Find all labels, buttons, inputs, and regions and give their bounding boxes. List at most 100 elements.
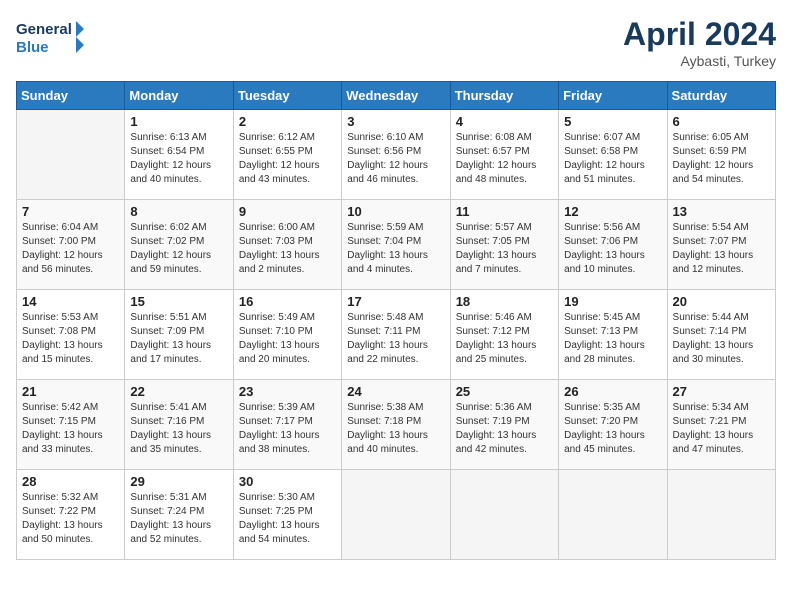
calendar-cell: 27 Sunrise: 5:34 AM Sunset: 7:21 PM Dayli… bbox=[667, 380, 775, 470]
day-number: 7 bbox=[22, 204, 119, 219]
calendar-cell: 12Sunrise: 5:56 AM Sunset: 7:06 PM Dayli… bbox=[559, 200, 667, 290]
calendar-cell: 21Sunrise: 5:42 AM Sunset: 7:15 PM Dayli… bbox=[17, 380, 125, 470]
calendar-cell: 5 Sunrise: 6:07 AM Sunset: 6:58 PM Daylig… bbox=[559, 110, 667, 200]
day-info: Sunrise: 5:45 AM Sunset: 7:13 PM Dayligh… bbox=[564, 311, 661, 367]
calendar-cell: 28Sunrise: 5:32 AM Sunset: 7:22 PM Dayli… bbox=[17, 470, 125, 560]
calendar-cell: 16Sunrise: 5:49 AM Sunset: 7:10 PM Dayli… bbox=[233, 290, 341, 380]
day-info: Sunrise: 6:13 AM Sunset: 6:54 PM Dayligh… bbox=[130, 131, 227, 187]
calendar-cell: 3Sunrise: 6:10 AM Sunset: 6:56 PM Daylig… bbox=[342, 110, 450, 200]
day-number: 23 bbox=[239, 384, 336, 399]
calendar-cell: 29 Sunrise: 5:31 AM Sunset: 7:24 PM Dayli… bbox=[125, 470, 233, 560]
day-info: Sunrise: 5:51 AM Sunset: 7:09 PM Dayligh… bbox=[130, 311, 227, 367]
day-info: Sunrise: 6:08 AM Sunset: 6:57 PM Dayligh… bbox=[456, 131, 553, 187]
calendar-cell: 2 Sunrise: 6:12 AM Sunset: 6:55 PM Daylig… bbox=[233, 110, 341, 200]
svg-text:Blue: Blue bbox=[16, 39, 49, 56]
logo: General Blue bbox=[16, 16, 86, 61]
day-number: 17 bbox=[347, 294, 444, 309]
day-number: 2 bbox=[239, 114, 336, 129]
day-number: 22 bbox=[130, 384, 227, 399]
day-number: 11 bbox=[456, 204, 553, 219]
svg-text:General: General bbox=[16, 21, 72, 38]
calendar-cell: 17 Sunrise: 5:48 AM Sunset: 7:11 PM Dayli… bbox=[342, 290, 450, 380]
calendar-cell: 22 Sunrise: 5:41 AM Sunset: 7:16 PM Dayli… bbox=[125, 380, 233, 470]
day-number: 4 bbox=[456, 114, 553, 129]
day-info: Sunrise: 5:38 AM Sunset: 7:18 PM Dayligh… bbox=[347, 401, 444, 457]
month-title: April 2024 bbox=[623, 16, 776, 53]
calendar-cell: 25Sunrise: 5:36 AM Sunset: 7:19 PM Dayli… bbox=[450, 380, 558, 470]
calendar-cell: 6Sunrise: 6:05 AM Sunset: 6:59 PM Daylig… bbox=[667, 110, 775, 200]
day-number: 27 bbox=[673, 384, 770, 399]
day-number: 9 bbox=[239, 204, 336, 219]
calendar-cell: 14Sunrise: 5:53 AM Sunset: 7:08 PM Dayli… bbox=[17, 290, 125, 380]
calendar-cell: 7 Sunrise: 6:04 AM Sunset: 7:00 PM Daylig… bbox=[17, 200, 125, 290]
day-info: Sunrise: 5:57 AM Sunset: 7:05 PM Dayligh… bbox=[456, 221, 553, 277]
column-header-wednesday: Wednesday bbox=[342, 82, 450, 110]
column-header-tuesday: Tuesday bbox=[233, 82, 341, 110]
calendar-cell: 4 Sunrise: 6:08 AM Sunset: 6:57 PM Daylig… bbox=[450, 110, 558, 200]
day-number: 21 bbox=[22, 384, 119, 399]
calendar-cell: 18 Sunrise: 5:46 AM Sunset: 7:12 PM Dayli… bbox=[450, 290, 558, 380]
calendar-cell: 1 Sunrise: 6:13 AM Sunset: 6:54 PM Daylig… bbox=[125, 110, 233, 200]
calendar-cell bbox=[667, 470, 775, 560]
calendar-cell: 9 Sunrise: 6:00 AM Sunset: 7:03 PM Daylig… bbox=[233, 200, 341, 290]
calendar-cell: 26 Sunrise: 5:35 AM Sunset: 7:20 PM Dayli… bbox=[559, 380, 667, 470]
day-number: 15 bbox=[130, 294, 227, 309]
title-block: April 2024 Aybasti, Turkey bbox=[623, 16, 776, 69]
day-info: Sunrise: 6:05 AM Sunset: 6:59 PM Dayligh… bbox=[673, 131, 770, 187]
calendar-cell: 8Sunrise: 6:02 AM Sunset: 7:02 PM Daylig… bbox=[125, 200, 233, 290]
calendar-table: SundayMondayTuesdayWednesdayThursdayFrid… bbox=[16, 81, 776, 560]
day-number: 1 bbox=[130, 114, 227, 129]
logo-svg: General Blue bbox=[16, 16, 86, 61]
day-number: 30 bbox=[239, 474, 336, 489]
day-number: 5 bbox=[564, 114, 661, 129]
day-number: 26 bbox=[564, 384, 661, 399]
day-info: Sunrise: 5:46 AM Sunset: 7:12 PM Dayligh… bbox=[456, 311, 553, 367]
day-info: Sunrise: 5:41 AM Sunset: 7:16 PM Dayligh… bbox=[130, 401, 227, 457]
calendar-cell: 11 Sunrise: 5:57 AM Sunset: 7:05 PM Dayli… bbox=[450, 200, 558, 290]
calendar-cell: 23Sunrise: 5:39 AM Sunset: 7:17 PM Dayli… bbox=[233, 380, 341, 470]
calendar-cell: 20 Sunrise: 5:44 AM Sunset: 7:14 PM Dayli… bbox=[667, 290, 775, 380]
day-info: Sunrise: 6:07 AM Sunset: 6:58 PM Dayligh… bbox=[564, 131, 661, 187]
day-info: Sunrise: 6:04 AM Sunset: 7:00 PM Dayligh… bbox=[22, 221, 119, 277]
day-info: Sunrise: 5:44 AM Sunset: 7:14 PM Dayligh… bbox=[673, 311, 770, 367]
day-number: 24 bbox=[347, 384, 444, 399]
week-row-1: 1 Sunrise: 6:13 AM Sunset: 6:54 PM Daylig… bbox=[17, 110, 776, 200]
location-subtitle: Aybasti, Turkey bbox=[623, 53, 776, 69]
day-info: Sunrise: 5:35 AM Sunset: 7:20 PM Dayligh… bbox=[564, 401, 661, 457]
calendar-cell bbox=[17, 110, 125, 200]
column-header-saturday: Saturday bbox=[667, 82, 775, 110]
calendar-cell: 10Sunrise: 5:59 AM Sunset: 7:04 PM Dayli… bbox=[342, 200, 450, 290]
column-header-monday: Monday bbox=[125, 82, 233, 110]
day-number: 18 bbox=[456, 294, 553, 309]
calendar-cell: 30Sunrise: 5:30 AM Sunset: 7:25 PM Dayli… bbox=[233, 470, 341, 560]
day-info: Sunrise: 5:36 AM Sunset: 7:19 PM Dayligh… bbox=[456, 401, 553, 457]
day-info: Sunrise: 5:54 AM Sunset: 7:07 PM Dayligh… bbox=[673, 221, 770, 277]
page-header: General Blue April 2024 Aybasti, Turkey bbox=[16, 16, 776, 69]
calendar-cell: 24 Sunrise: 5:38 AM Sunset: 7:18 PM Dayli… bbox=[342, 380, 450, 470]
calendar-cell bbox=[559, 470, 667, 560]
day-info: Sunrise: 5:34 AM Sunset: 7:21 PM Dayligh… bbox=[673, 401, 770, 457]
day-info: Sunrise: 5:53 AM Sunset: 7:08 PM Dayligh… bbox=[22, 311, 119, 367]
calendar-cell: 13Sunrise: 5:54 AM Sunset: 7:07 PM Dayli… bbox=[667, 200, 775, 290]
calendar-cell bbox=[342, 470, 450, 560]
day-info: Sunrise: 6:10 AM Sunset: 6:56 PM Dayligh… bbox=[347, 131, 444, 187]
calendar-header-row: SundayMondayTuesdayWednesdayThursdayFrid… bbox=[17, 82, 776, 110]
day-number: 28 bbox=[22, 474, 119, 489]
week-row-4: 21Sunrise: 5:42 AM Sunset: 7:15 PM Dayli… bbox=[17, 380, 776, 470]
calendar-cell: 15 Sunrise: 5:51 AM Sunset: 7:09 PM Dayli… bbox=[125, 290, 233, 380]
day-number: 8 bbox=[130, 204, 227, 219]
column-header-sunday: Sunday bbox=[17, 82, 125, 110]
day-info: Sunrise: 5:48 AM Sunset: 7:11 PM Dayligh… bbox=[347, 311, 444, 367]
week-row-5: 28Sunrise: 5:32 AM Sunset: 7:22 PM Dayli… bbox=[17, 470, 776, 560]
day-number: 20 bbox=[673, 294, 770, 309]
day-info: Sunrise: 5:31 AM Sunset: 7:24 PM Dayligh… bbox=[130, 491, 227, 547]
day-number: 29 bbox=[130, 474, 227, 489]
day-info: Sunrise: 6:12 AM Sunset: 6:55 PM Dayligh… bbox=[239, 131, 336, 187]
day-info: Sunrise: 6:00 AM Sunset: 7:03 PM Dayligh… bbox=[239, 221, 336, 277]
day-info: Sunrise: 5:49 AM Sunset: 7:10 PM Dayligh… bbox=[239, 311, 336, 367]
calendar-cell bbox=[450, 470, 558, 560]
week-row-2: 7 Sunrise: 6:04 AM Sunset: 7:00 PM Daylig… bbox=[17, 200, 776, 290]
day-info: Sunrise: 5:59 AM Sunset: 7:04 PM Dayligh… bbox=[347, 221, 444, 277]
day-number: 12 bbox=[564, 204, 661, 219]
week-row-3: 14Sunrise: 5:53 AM Sunset: 7:08 PM Dayli… bbox=[17, 290, 776, 380]
